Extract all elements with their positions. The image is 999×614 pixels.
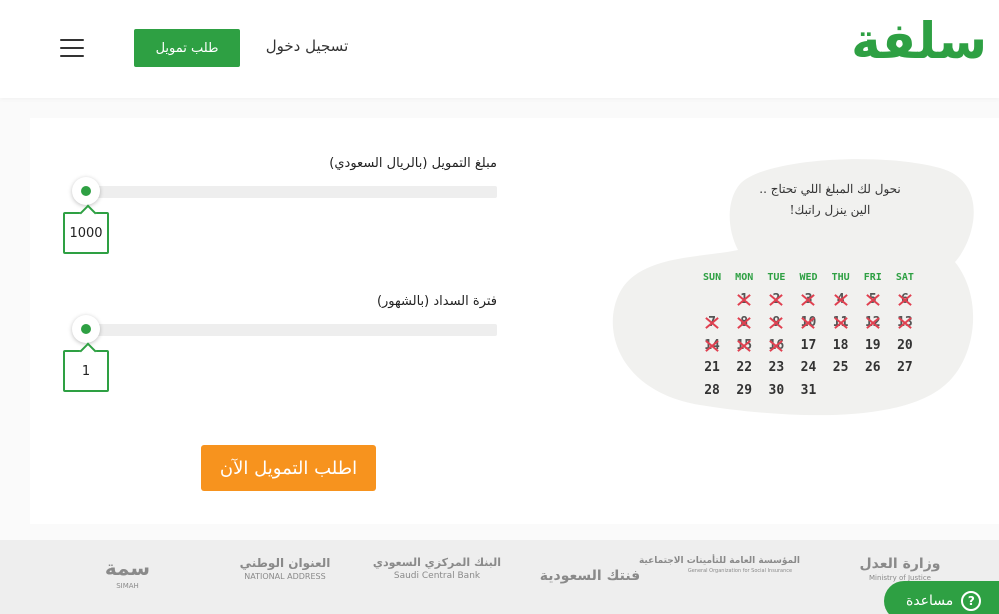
question-icon: ? xyxy=(961,591,982,611)
calendar-date: 4 xyxy=(825,292,857,307)
period-label: فترة السداد (بالشهور) xyxy=(376,294,497,309)
calendar-date: 16 xyxy=(760,338,792,353)
partner-name: العنوان الوطني xyxy=(239,556,331,570)
calendar-date: 17 xyxy=(800,337,817,353)
calendar-date: 27 xyxy=(897,360,913,376)
login-link[interactable]: تسجيل دخول xyxy=(262,37,352,55)
calendar-date: 8 xyxy=(728,315,760,330)
calendar-day-name: SUN xyxy=(703,271,722,283)
amount-slider-thumb[interactable] xyxy=(72,177,100,205)
calendar-day-name: TUE xyxy=(767,271,786,283)
calendar-date: 2 xyxy=(760,292,792,307)
calendar-date: 19 xyxy=(864,337,881,353)
request-financing-button[interactable]: طلب تمويل xyxy=(134,29,240,67)
calendar-date: 24 xyxy=(800,360,817,376)
partner-logo-gosi: المؤسسة العامة للتأمينات الاجتماعية Gene… xyxy=(638,556,800,574)
calendar-day-name: SAT xyxy=(895,271,914,283)
period-slider-thumb[interactable] xyxy=(72,315,100,343)
partner-name: سمة xyxy=(104,556,151,580)
partner-logo-saudi-central-bank: البنك المركزي السعودي Saudi Central Bank xyxy=(372,556,502,581)
amount-slider-track[interactable] xyxy=(76,186,497,198)
calendar-day-name: FRI xyxy=(863,271,882,283)
calendar-date: 3 xyxy=(792,292,824,307)
calendar-date: 25 xyxy=(832,360,849,376)
promo-line-2: الين ينزل راتبك! xyxy=(789,203,871,217)
page: طلب تمويل تسجيل دخول سلفة مبلغ التمويل (… xyxy=(0,0,999,614)
promo-line-1: نحول لك المبلغ اللي تحتاج .. xyxy=(759,182,901,196)
calendar-date: 30 xyxy=(768,382,785,398)
calendar-day-name: THU xyxy=(831,271,850,283)
calendar-header-row: SUN MON TUE WED THU FRI SAT xyxy=(696,266,921,289)
calendar-date: 22 xyxy=(736,360,753,376)
calendar-date: 12 xyxy=(857,315,889,330)
period-slider-track[interactable] xyxy=(76,324,497,336)
calendar-week-row: 123456 xyxy=(696,289,921,312)
calendar-week-row: 21 22 23 24 25 26 27 xyxy=(696,356,921,379)
calendar-date: 6 xyxy=(889,292,921,307)
partner-name: البنك المركزي السعودي xyxy=(372,556,502,569)
partner-logo-ministry-of-justice: وزارة العدل Ministry of Justice xyxy=(840,556,960,582)
partner-sub: Saudi Central Bank xyxy=(393,571,481,581)
partner-logo-national-address: العنوان الوطني NATIONAL ADDRESS xyxy=(225,556,345,581)
calendar-date: 9 xyxy=(760,315,792,330)
period-value-box: 1 xyxy=(63,350,109,392)
help-button[interactable]: ? مساعدة xyxy=(884,581,999,614)
calendar-week-row: 14 15 16 17 18 19 20 xyxy=(696,334,921,357)
calendar-date: 20 xyxy=(897,337,913,353)
partner-sub: General Organization for Social Insuranc… xyxy=(687,568,793,574)
calendar-date: 31 xyxy=(800,382,817,398)
promo-text: نحول لك المبلغ اللي تحتاج .. الين ينزل ر… xyxy=(730,179,930,221)
partner-name: المؤسسة العامة للتأمينات الاجتماعية xyxy=(638,556,800,566)
amount-label: مبلغ التمويل (بالريال السعودي) xyxy=(329,156,497,171)
partners-footer: وزارة العدل Ministry of Justice المؤسسة … xyxy=(0,540,999,614)
hamburger-icon[interactable] xyxy=(60,38,84,58)
calendar-date: 29 xyxy=(736,382,753,398)
calendar-date: 11 xyxy=(825,315,857,330)
site-header: طلب تمويل تسجيل دخول سلفة xyxy=(0,0,999,98)
calendar: SUN MON TUE WED THU FRI SAT 1 2 3 4 5 6 7 8 9 10 1… xyxy=(696,266,921,402)
partner-name: وزارة العدل xyxy=(859,556,941,572)
partner-logo-fintech-saudi: فنتك السعودية xyxy=(525,568,655,584)
partner-sub: SIMAH xyxy=(116,582,139,590)
amount-value-box: 1000 xyxy=(63,212,109,254)
partner-sub: NATIONAL ADDRESS xyxy=(244,572,326,581)
help-label: مساعدة xyxy=(906,593,954,609)
calendar-date: 21 xyxy=(704,360,720,376)
calendar-week-row: 7 8 9 10 11 12 13 xyxy=(696,311,921,334)
calendar-date: 26 xyxy=(864,360,881,376)
calendar-date: 23 xyxy=(768,360,785,376)
calendar-date: 18 xyxy=(832,337,849,353)
calendar-date: 5 xyxy=(857,292,889,307)
apply-now-button[interactable]: اطلب التمويل الآن xyxy=(201,445,376,491)
calendar-date: 14 xyxy=(696,338,728,353)
calendar-week-row: 28 29 30 31 xyxy=(696,379,921,402)
calendar-date: 1 xyxy=(728,292,760,307)
calendar-date: 10 xyxy=(792,315,824,330)
partner-logo-simah: سمة SIMAH xyxy=(85,556,170,590)
calendar-date: 13 xyxy=(889,315,921,330)
partner-name: فنتك السعودية xyxy=(539,568,641,584)
calendar-date: 28 xyxy=(704,382,720,398)
calendar-day-name: WED xyxy=(799,271,818,283)
calendar-day-name: MON xyxy=(735,271,754,283)
logo[interactable]: سلفة xyxy=(851,14,987,69)
calendar-date: 15 xyxy=(728,338,760,353)
calendar-date: 7 xyxy=(696,315,728,330)
